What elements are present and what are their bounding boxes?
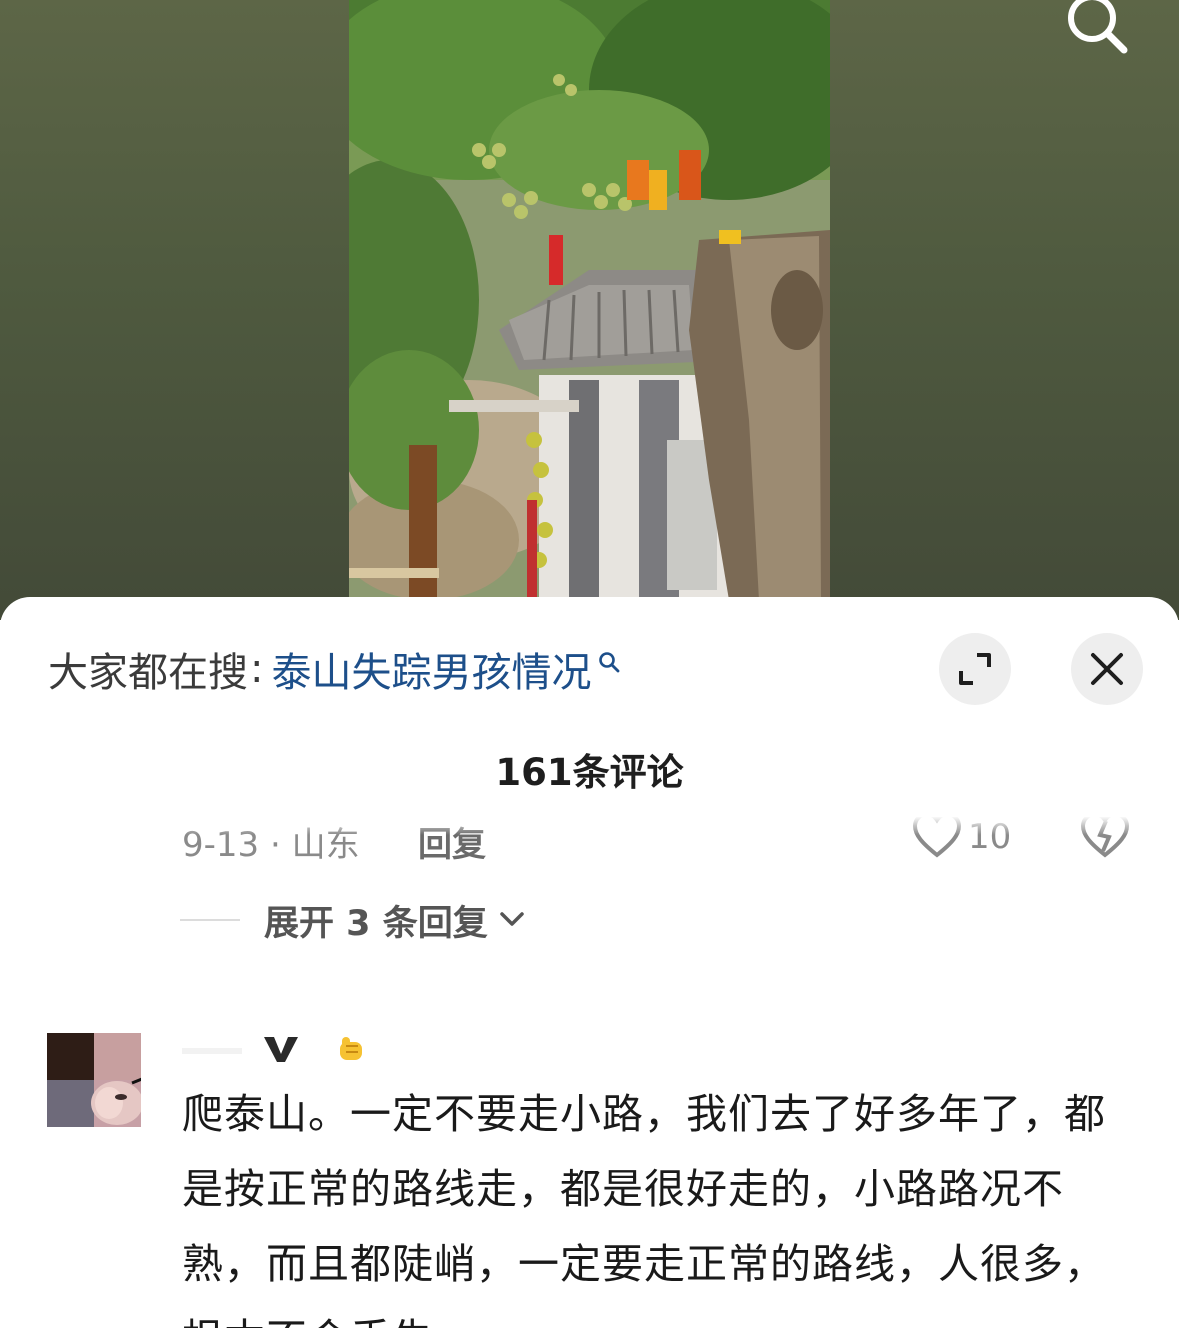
video-player[interactable] xyxy=(0,0,1179,620)
comment-text: 爬泰山。一定不要走小路，我们去了好多年了，都是按正常的路线走，都是很好走的，小路… xyxy=(182,1090,1106,1328)
chevron-down-icon xyxy=(499,912,524,926)
avatar[interactable] xyxy=(47,1033,141,1127)
expand-replies-label: 展开 3 条回复 xyxy=(264,903,488,944)
expand-button[interactable] xyxy=(939,633,1011,705)
video-frame[interactable] xyxy=(349,0,830,600)
comment-count-title: 161条评论 xyxy=(495,751,684,794)
video-scene-image xyxy=(349,0,830,600)
comment-username-row[interactable] xyxy=(182,1031,368,1071)
search-icon xyxy=(1068,0,1128,54)
expand-replies-button[interactable]: 展开 3 条回复 xyxy=(180,895,526,945)
divider-line xyxy=(180,919,240,921)
search-button[interactable] xyxy=(1060,0,1130,58)
hot-search-term-link[interactable]: 泰山失踪男孩情况 xyxy=(271,640,591,698)
scroll-fade xyxy=(0,793,1179,835)
close-icon xyxy=(1091,653,1123,685)
close-button[interactable] xyxy=(1071,633,1143,705)
hot-search-magnifier-icon xyxy=(597,638,621,684)
hot-search-prefix: 大家都在搜 xyxy=(48,650,248,696)
expand-icon xyxy=(959,653,991,685)
username-obscured xyxy=(182,1048,242,1054)
hot-search-separator: : xyxy=(250,646,264,692)
fist-emoji-icon xyxy=(334,1032,368,1070)
hot-search-bar: 大家都在搜 : 泰山失踪男孩情况 xyxy=(48,641,621,697)
comment-sheet: 大家都在搜 : 泰山失踪男孩情况 161条评论 9-13 · 山东 回复 10 … xyxy=(0,597,1179,1328)
verified-icon xyxy=(262,1034,300,1068)
